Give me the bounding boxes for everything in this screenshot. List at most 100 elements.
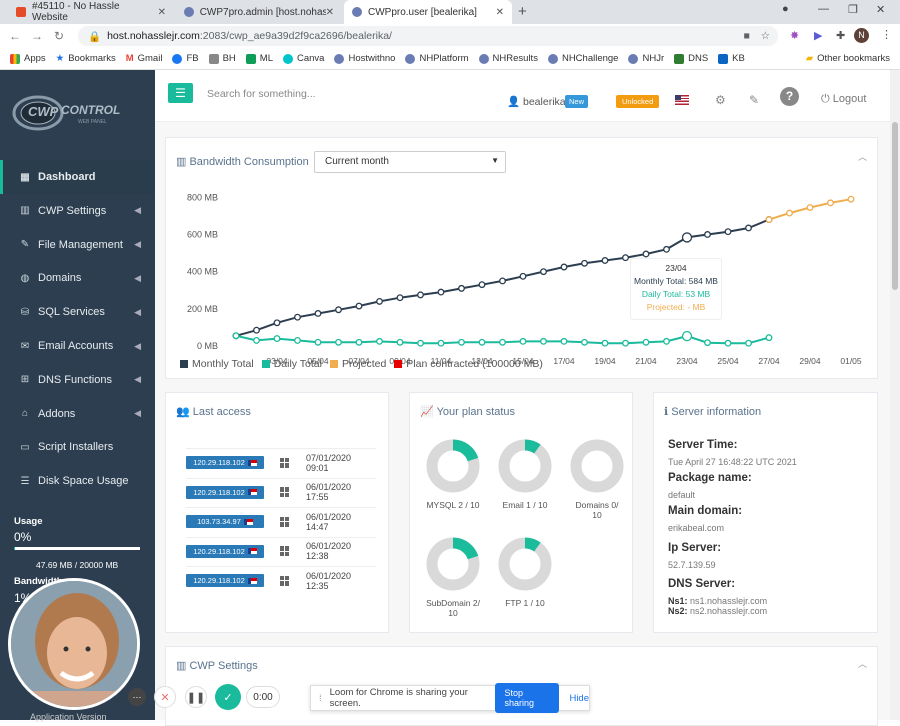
data-point: [541, 339, 547, 345]
more-options-icon[interactable]: ⋯: [128, 688, 146, 706]
close-icon[interactable]: ✕: [326, 7, 334, 18]
tab-search-icon[interactable]: ●: [782, 3, 789, 15]
browser-tab-2[interactable]: CWP7pro.admin [host.nohasslejr... ✕: [176, 0, 342, 24]
bookmark-kb[interactable]: KB: [718, 53, 745, 64]
last-access-title-text: Last access: [193, 406, 251, 418]
sidebar-item-dns-functions[interactable]: ⊞DNS Functions◀: [0, 363, 155, 397]
brush-icon[interactable]: ✎: [749, 93, 759, 107]
url-field[interactable]: 🔒 host.nohasslejr.com :2083/cwp_ae9a39d2…: [78, 26, 778, 46]
x-tick-label: 19/04: [594, 356, 616, 366]
bookmark-hostwithno[interactable]: Hostwithno: [334, 53, 395, 64]
forward-icon[interactable]: →: [26, 29, 48, 43]
window-close-icon[interactable]: ✕: [876, 3, 885, 16]
bookmark-nhjr[interactable]: NHJr: [628, 53, 664, 64]
kebab-menu-icon[interactable]: ⋮: [881, 28, 892, 41]
data-point: [479, 282, 485, 288]
bookmark-dns[interactable]: DNS: [674, 53, 708, 64]
bookmark-nhplatform[interactable]: NHPlatform: [405, 53, 468, 64]
pause-icon[interactable]: ❚❚: [185, 686, 207, 708]
database-icon: ⛁: [18, 307, 32, 318]
drag-handle-icon[interactable]: ⁞: [319, 693, 322, 704]
browser-tab-3[interactable]: CWPpro.user [bealerika] ✕: [344, 0, 512, 24]
top-bar: ☰ Search for something... 👤 bealerika Ne…: [155, 70, 890, 122]
bookmark-canva[interactable]: Canva: [283, 53, 324, 64]
help-icon[interactable]: ?: [780, 87, 799, 106]
other-bookmarks[interactable]: ▰Other bookmarks: [806, 53, 890, 64]
logout-button[interactable]: ⏻ Logout: [821, 93, 866, 106]
search-input[interactable]: Search for something...: [207, 88, 316, 100]
sidebar-item-sql-services[interactable]: ⛁SQL Services◀: [0, 295, 155, 329]
star-icon[interactable]: ☆: [761, 30, 770, 42]
data-point: [766, 217, 772, 223]
plan-donut: Email 1 / 10: [498, 439, 552, 510]
collapse-icon[interactable]: ︿: [858, 150, 867, 163]
data-point: [807, 205, 813, 211]
svg-text:CONTROL: CONTROL: [61, 103, 120, 117]
finish-recording-icon[interactable]: ✓: [215, 684, 241, 710]
tab-title: #45110 - No Hassle Website: [32, 1, 158, 23]
sidebar-item-addons[interactable]: ⌂Addons◀: [0, 397, 155, 431]
sidebar-item-label: Domains: [38, 272, 81, 284]
share-message: Loom for Chrome is sharing your screen.: [330, 687, 483, 709]
period-select[interactable]: Current month▼: [314, 151, 506, 173]
collapse-icon[interactable]: ︿: [858, 657, 867, 670]
bank-icon: ⌂: [18, 408, 32, 419]
logo-text: CWP: [28, 104, 59, 119]
bookmark-gmail[interactable]: MGmail: [126, 53, 163, 64]
bookmark-nhchallenge[interactable]: NHChallenge: [548, 53, 619, 64]
chevron-left-icon: ◀: [134, 307, 141, 318]
bookmark-ml[interactable]: ML: [246, 53, 273, 64]
minimize-icon[interactable]: —: [818, 3, 829, 15]
bookmark-bh[interactable]: BH: [209, 53, 236, 64]
language-flag-icon[interactable]: [675, 95, 689, 105]
camera-icon[interactable]: ■: [744, 30, 750, 42]
ns2-label: Ns2:: [668, 606, 688, 616]
data-point: [418, 340, 424, 346]
bookmark-apps[interactable]: Apps: [10, 53, 46, 64]
x-tick-label: 27/04: [758, 356, 780, 366]
sidebar-item-email-accounts[interactable]: ✉Email Accounts◀: [0, 329, 155, 363]
extension-icon[interactable]: ✸: [790, 29, 799, 42]
sidebar-item-script-installers[interactable]: ▭Script Installers: [0, 430, 155, 464]
menu-toggle-button[interactable]: ☰: [168, 83, 193, 103]
access-date: 06/01/2020 12:35: [306, 571, 376, 591]
usage-detail: 47.69 MB / 20000 MB: [36, 560, 118, 570]
access-date: 06/01/2020 17:55: [306, 482, 376, 502]
puzzle-icon[interactable]: ✚: [836, 29, 845, 42]
webcam-bubble[interactable]: [8, 578, 140, 710]
data-point: [479, 339, 485, 345]
reload-icon[interactable]: ↻: [48, 29, 70, 43]
hide-button[interactable]: Hide: [569, 693, 589, 704]
maximize-icon[interactable]: ❐: [848, 3, 858, 16]
browser-tab-1[interactable]: #45110 - No Hassle Website ✕: [8, 0, 174, 24]
user-name[interactable]: 👤 bealerika: [507, 95, 566, 108]
sidebar-item-disk-space-usage[interactable]: ☰Disk Space Usage: [0, 464, 155, 498]
profile-avatar[interactable]: N: [854, 28, 869, 43]
settings-gears-icon[interactable]: ⚙: [715, 93, 726, 107]
stop-sharing-button[interactable]: Stop sharing: [495, 683, 560, 713]
extension-icon[interactable]: ▶: [814, 29, 822, 42]
bookmark-fb[interactable]: FB: [172, 53, 198, 64]
close-icon[interactable]: ✕: [496, 7, 504, 18]
new-tab-icon[interactable]: +: [518, 3, 527, 20]
back-icon[interactable]: ←: [4, 29, 26, 43]
legend-label: Projected: [342, 358, 386, 370]
data-point: [418, 292, 424, 298]
bookmark-bookmarks[interactable]: ★Bookmarks: [56, 53, 116, 64]
main-domain-value: erikabeal.com: [668, 523, 724, 533]
sidebar-item-cwp-settings[interactable]: ▥CWP Settings◀: [0, 194, 155, 228]
sidebar-item-domains[interactable]: ◍Domains◀: [0, 261, 155, 295]
ip-server-value: 52.7.139.59: [668, 560, 716, 570]
ns1-label: Ns1:: [668, 596, 688, 606]
donut-chart: [498, 439, 552, 493]
data-point: [233, 333, 239, 339]
data-point: [377, 299, 383, 305]
access-date: 06/01/2020 14:47: [306, 512, 376, 532]
sidebar-item-dashboard[interactable]: ▦Dashboard: [0, 160, 155, 194]
bookmark-nhresults[interactable]: NHResults: [479, 53, 538, 64]
sidebar-item-file-management[interactable]: ✎File Management◀: [0, 228, 155, 262]
close-icon[interactable]: ✕: [158, 7, 166, 18]
cancel-recording-icon[interactable]: ✕: [154, 686, 176, 708]
folder-icon: ▰: [806, 53, 813, 64]
scrollbar-thumb[interactable]: [892, 122, 898, 290]
